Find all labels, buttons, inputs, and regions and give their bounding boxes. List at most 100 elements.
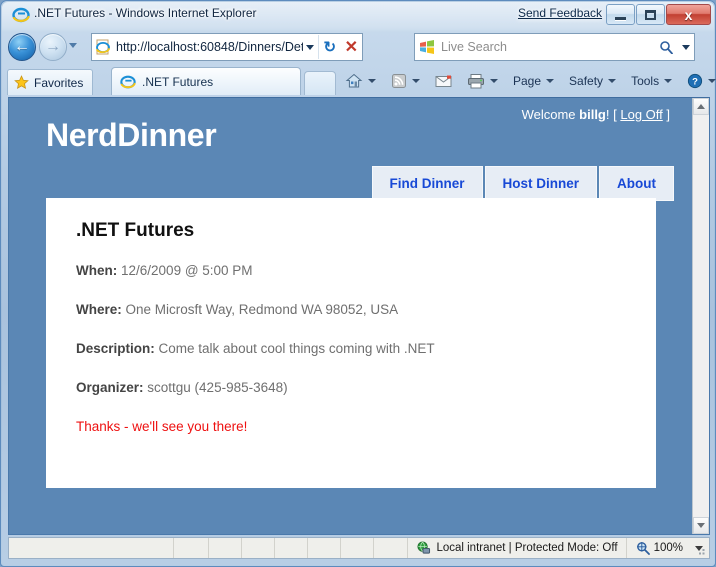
local-intranet-icon	[417, 541, 431, 554]
resize-grip-icon[interactable]	[694, 544, 706, 556]
windows-logo-icon	[420, 40, 434, 54]
description-value: Come talk about cool things coming with …	[158, 341, 435, 356]
log-off-link[interactable]: Log Off	[620, 107, 662, 122]
close-button[interactable]: x	[666, 4, 711, 25]
organizer-label: Organizer:	[76, 380, 144, 395]
back-button[interactable]: ←	[8, 33, 36, 61]
dinner-description-row: Description: Come talk about cool things…	[76, 341, 435, 356]
nerddinner-page: Welcome billg! [ Log Off ] NerdDinner Fi…	[9, 98, 693, 534]
address-input-container[interactable]: http://localhost:60848/Dinners/Details/1…	[91, 33, 363, 61]
dinner-title: .NET Futures	[76, 220, 195, 241]
stop-icon: ✕	[344, 39, 358, 56]
stop-button[interactable]: ✕	[341, 34, 362, 60]
status-cell-3	[209, 538, 243, 558]
search-input[interactable]: Live Search	[435, 40, 654, 54]
minimize-button[interactable]	[606, 4, 635, 25]
zoom-level: 100%	[653, 542, 683, 554]
forward-arrow-icon: →	[45, 38, 61, 55]
tab-favicon-icon	[120, 75, 136, 88]
scroll-up-button[interactable]	[693, 98, 709, 115]
status-cell-2	[174, 538, 210, 558]
page-chevron-down-icon[interactable]	[546, 79, 555, 83]
search-box-container[interactable]: Live Search	[414, 33, 695, 61]
safety-menu[interactable]: Safety	[565, 68, 620, 94]
window-title: .NET Futures - Windows Internet Explorer	[34, 6, 257, 20]
tools-menu[interactable]: Tools	[627, 68, 676, 94]
nav-about[interactable]: About	[599, 166, 674, 201]
internet-explorer-icon	[12, 7, 30, 23]
description-label: Description:	[76, 341, 155, 356]
tools-menu-label: Tools	[631, 74, 660, 88]
refresh-icon: ↻	[323, 39, 337, 56]
vertical-scrollbar[interactable]	[692, 98, 709, 534]
page-favicon-icon	[96, 39, 110, 55]
current-username: billg	[579, 107, 606, 122]
where-label: Where:	[76, 302, 122, 317]
nav-find-dinner[interactable]: Find Dinner	[371, 166, 483, 201]
browser-window: .NET Futures - Windows Internet Explorer…	[0, 0, 716, 567]
dinner-organizer-row: Organizer: scottgu (425-985-3648)	[76, 380, 288, 395]
safety-menu-label: Safety	[569, 74, 604, 88]
login-status-bar: Welcome billg! [ Log Off ]	[522, 107, 670, 122]
status-cell-5	[275, 538, 308, 558]
when-value: 12/6/2009 @ 5:00 PM	[121, 263, 253, 278]
print-button[interactable]	[463, 68, 502, 94]
dinner-details-panel: .NET Futures When: 12/6/2009 @ 5:00 PM W…	[46, 198, 656, 488]
star-icon	[14, 75, 29, 89]
help-menu[interactable]: ?	[683, 68, 716, 94]
page-menu-label: Page	[513, 74, 542, 88]
welcome-prefix: Welcome	[521, 107, 580, 122]
scroll-down-button[interactable]	[693, 517, 709, 534]
rss-feed-icon	[392, 74, 406, 88]
forward-button[interactable]: →	[39, 33, 67, 61]
home-chevron-down-icon[interactable]	[368, 79, 376, 83]
close-icon: x	[684, 6, 693, 23]
back-arrow-icon: ←	[14, 38, 30, 55]
where-value: One Microsft Way, Redmond WA 98052, USA	[125, 302, 399, 317]
tab-label: .NET Futures	[142, 74, 214, 89]
status-cell-1	[9, 538, 175, 558]
search-button[interactable]	[654, 34, 678, 60]
feeds-button[interactable]	[387, 68, 424, 94]
svg-text:?: ?	[692, 77, 698, 88]
mail-icon	[435, 75, 452, 87]
browser-tab[interactable]: .NET Futures	[111, 67, 301, 95]
bracket-close: ]	[662, 107, 670, 122]
address-history-chevron-down-icon[interactable]	[303, 34, 318, 60]
zone-text: Local intranet | Protected Mode: Off	[436, 542, 618, 554]
refresh-button[interactable]: ↻	[319, 34, 340, 60]
address-input[interactable]: http://localhost:60848/Dinners/Details/1	[111, 40, 303, 54]
status-cell-6	[308, 538, 341, 558]
minimize-icon	[615, 16, 626, 20]
favorites-label: Favorites	[34, 75, 84, 90]
dinner-where-row: Where: One Microsft Way, Redmond WA 9805…	[76, 302, 398, 317]
safety-chevron-down-icon[interactable]	[608, 79, 617, 83]
address-bar-row: ← → http://localhost:60848/Dinners/Detai…	[1, 29, 716, 65]
help-chevron-down-icon[interactable]	[708, 79, 716, 83]
search-icon	[660, 41, 673, 54]
new-tab-button[interactable]	[304, 71, 336, 95]
printer-icon	[468, 74, 484, 89]
chevron-up-icon	[697, 104, 705, 109]
home-button[interactable]	[341, 68, 380, 94]
nav-host-dinner[interactable]: Host Dinner	[484, 166, 598, 201]
send-feedback-link[interactable]: Send Feedback	[518, 6, 602, 20]
mail-button[interactable]	[431, 68, 456, 94]
command-bar: Page Safety Tools ? »	[341, 67, 716, 95]
restore-button[interactable]	[636, 4, 665, 25]
status-cell-8	[374, 538, 409, 558]
welcome-exclaim: !	[605, 107, 610, 122]
organizer-value: scottgu (425-985-3648)	[147, 380, 288, 395]
security-zone-indicator[interactable]: Local intranet | Protected Mode: Off	[408, 541, 625, 555]
tools-chevron-down-icon[interactable]	[664, 79, 673, 83]
search-provider-chevron-down-icon[interactable]	[678, 34, 694, 60]
window-controls: x	[605, 4, 711, 25]
print-chevron-down-icon[interactable]	[490, 79, 498, 83]
restore-icon	[645, 9, 656, 20]
page-menu[interactable]: Page	[509, 68, 558, 94]
site-title: NerdDinner	[46, 117, 217, 153]
recent-pages-chevron-down-icon[interactable]	[69, 43, 77, 48]
favorites-button[interactable]: Favorites	[7, 69, 94, 95]
site-navigation: Find Dinner Host Dinner About	[370, 166, 674, 201]
feeds-chevron-down-icon[interactable]	[412, 79, 420, 83]
